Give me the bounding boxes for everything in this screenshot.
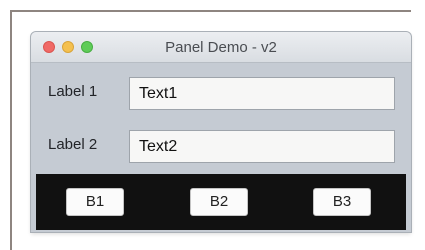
button-bar: B1 B2 B3 — [36, 174, 406, 230]
b1-button[interactable]: B1 — [66, 188, 124, 216]
text-field-2[interactable]: Text2 — [129, 130, 395, 163]
b3-button[interactable]: B3 — [313, 188, 371, 216]
panel-window: Panel Demo - v2 Label 1 Text1 Label 2 Te… — [31, 32, 411, 232]
title-bar: Panel Demo - v2 — [31, 32, 411, 63]
b2-button[interactable]: B2 — [190, 188, 248, 216]
label-2: Label 2 — [48, 136, 98, 153]
label-1: Label 1 — [48, 83, 98, 100]
window-title: Panel Demo - v2 — [165, 39, 277, 56]
text-field-1[interactable]: Text1 — [129, 77, 395, 110]
